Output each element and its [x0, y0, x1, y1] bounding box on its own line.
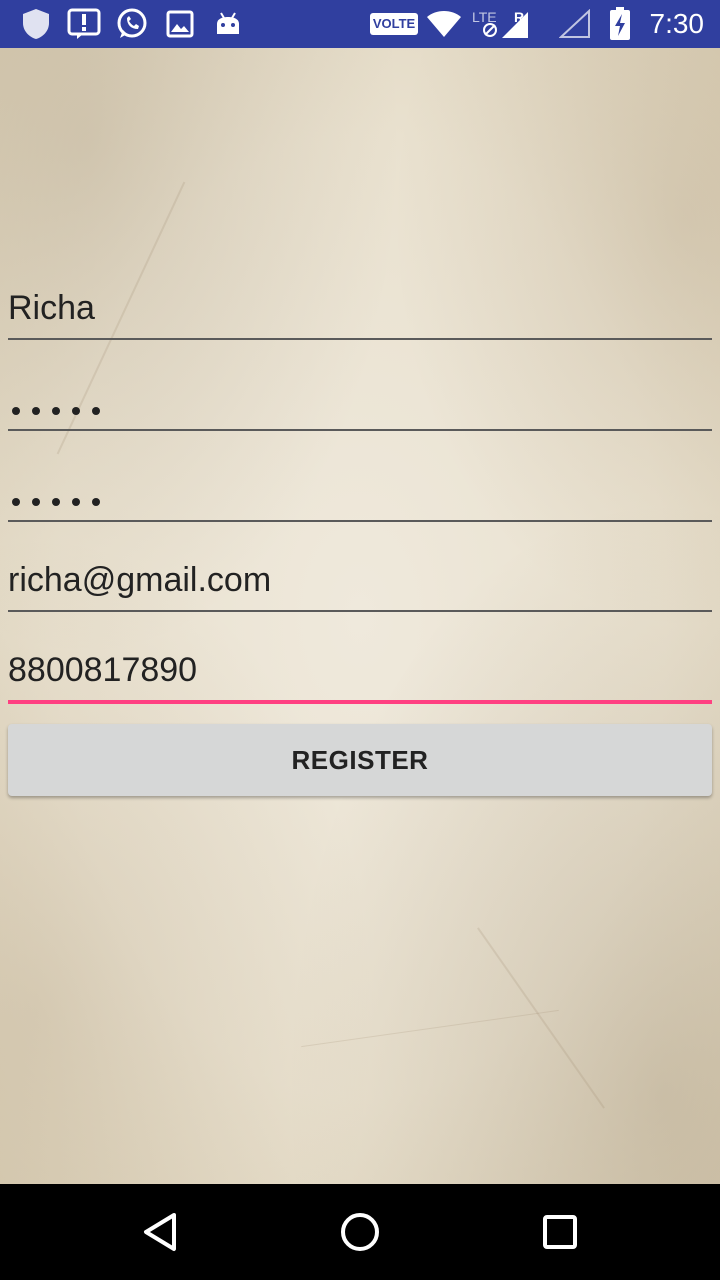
register-screen: Richa richa@gmail.com 8800817890 REGISTE…: [0, 48, 720, 1184]
volte-badge: VOLTE: [370, 13, 418, 35]
confirm-password-field[interactable]: [8, 460, 712, 522]
alert-icon: [66, 8, 102, 40]
phone-field[interactable]: 8800817890: [8, 642, 712, 704]
screen: VOLTE LTE R 7:30 Richa richa@gmail.com 8…: [0, 0, 720, 1280]
email-value: richa@gmail.com: [8, 561, 272, 599]
wifi-icon: [424, 8, 464, 40]
username-field[interactable]: Richa: [8, 278, 712, 340]
android-icon: [212, 8, 244, 40]
status-bar: VOLTE LTE R 7:30: [0, 0, 720, 48]
confirm-password-dots: [12, 498, 100, 506]
password-field[interactable]: [8, 369, 712, 431]
phone-value: 8800817890: [8, 651, 198, 689]
battery-icon: [606, 7, 634, 40]
email-field[interactable]: richa@gmail.com: [8, 550, 712, 612]
password-dots: [12, 407, 100, 415]
whatsapp-icon: [114, 8, 150, 40]
shield-icon: [20, 8, 52, 40]
username-value: Richa: [8, 289, 95, 327]
register-button[interactable]: REGISTER: [8, 724, 712, 796]
home-icon[interactable]: [336, 1208, 384, 1256]
recents-icon[interactable]: [536, 1208, 584, 1256]
nav-bar: [0, 1184, 720, 1280]
svg-text:LTE: LTE: [472, 9, 497, 25]
image-icon: [164, 8, 196, 40]
back-icon[interactable]: [136, 1208, 184, 1256]
signal-icon: [558, 8, 592, 40]
lte-icon: LTE R: [470, 8, 530, 40]
status-clock: 7:30: [649, 8, 705, 39]
